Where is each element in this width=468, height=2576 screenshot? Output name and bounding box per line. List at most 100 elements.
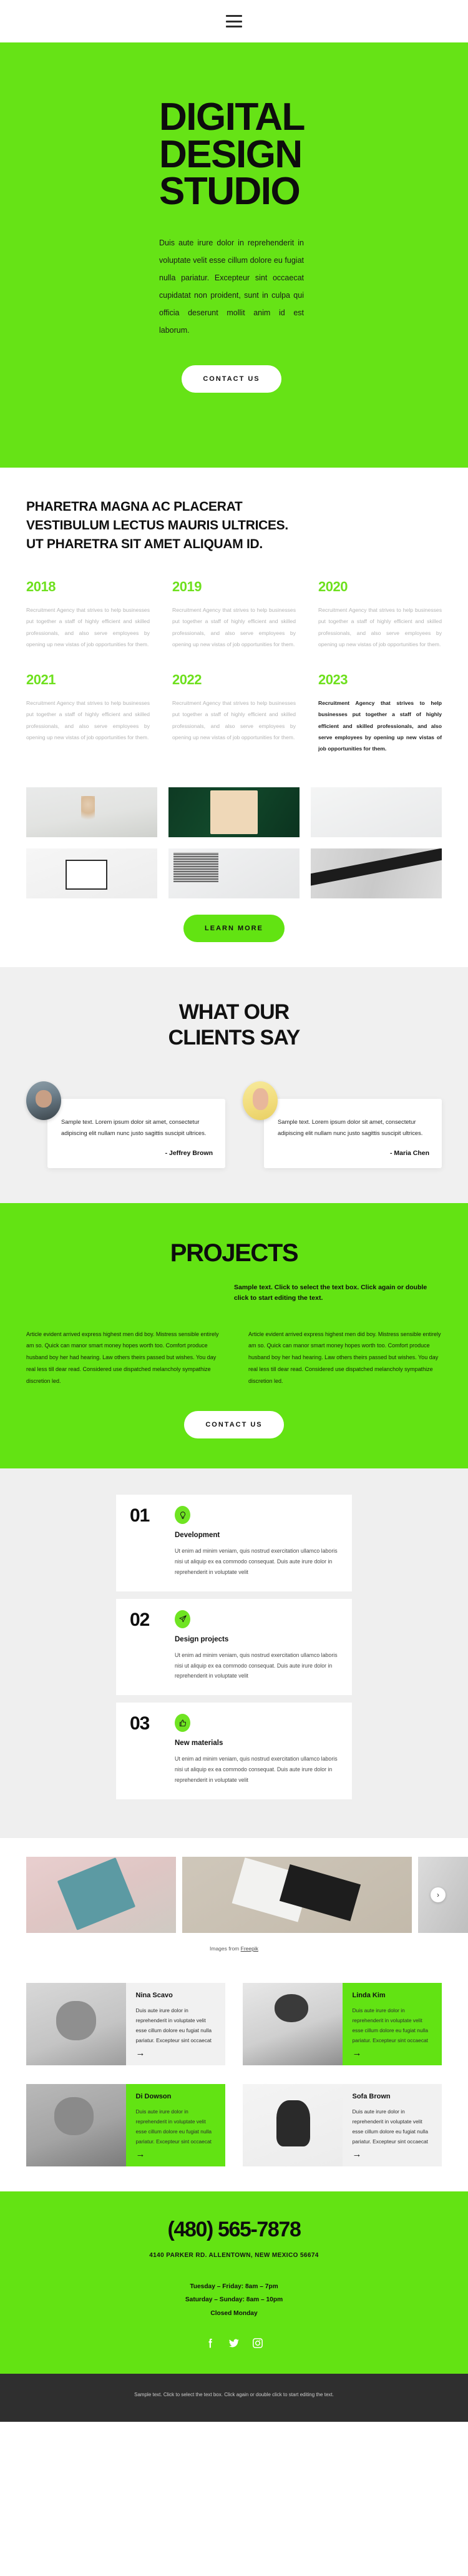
hero-cta-wrap: CONTACT US (159, 365, 304, 393)
year-item: 2022 Recruitment Agency that strives to … (172, 672, 296, 755)
step-text: Ut enim ad minim veniam, quis nostrud ex… (175, 1756, 338, 1783)
team-member-card[interactable]: Linda Kim Duis aute irure dolor in repre… (243, 1982, 442, 2065)
gallery-image-clipboard[interactable] (26, 848, 157, 898)
hours-line-2: Saturday – Sunday: 8am – 10pm (185, 2296, 283, 2304)
carousel-section: › Images from Freepik (0, 1837, 468, 1967)
contact-section: (480) 565-7878 4140 PARKER RD. ALLENTOWN… (0, 2191, 468, 2374)
step-number: 02 (130, 1609, 150, 1630)
image-credit: Images from Freepik (0, 1933, 468, 1952)
avatar (26, 1081, 61, 1120)
gallery-image-keyboard[interactable] (311, 787, 442, 837)
testimonial-body: Sample text. Lorem ipsum dolor sit amet,… (264, 1098, 442, 1168)
year-item: 2021 Recruitment Agency that strives to … (26, 672, 150, 755)
year-body: Recruitment Agency that strives to help … (172, 699, 296, 741)
thumbs-up-icon (175, 1714, 190, 1733)
hero-title-line-2: DESIGN (159, 132, 303, 176)
instagram-icon[interactable] (251, 2336, 265, 2350)
step-content: New materials Ut enim ad minim veniam, q… (175, 1714, 338, 1786)
arrow-right-icon[interactable]: → (353, 2048, 432, 2058)
carousel-slide-business-cards[interactable] (182, 1856, 412, 1933)
team-member-card[interactable]: Nina Scavo Duis aute irure dolor in repr… (26, 1982, 225, 2065)
hours-line-3: Closed Monday (210, 2309, 258, 2317)
years-heading-line-3: UT PHARETRA SIT AMET ALIQUAM ID. (26, 536, 263, 551)
testimonial-body: Sample text. Lorem ipsum dolor sit amet,… (47, 1098, 225, 1168)
facebook-icon[interactable] (203, 2336, 217, 2350)
step-content: Development Ut enim ad minim veniam, qui… (175, 1506, 338, 1578)
sofa-brown-photo (243, 2083, 343, 2166)
year-label: 2018 (26, 578, 56, 594)
gallery-image-laptop-flatlay[interactable] (168, 848, 300, 898)
projects-contact-us-button[interactable]: CONTACT US (184, 1411, 284, 1438)
testimonial-card: Sample text. Lorem ipsum dolor sit amet,… (243, 1081, 442, 1168)
phone-number[interactable]: (480) 565-7878 (26, 2218, 442, 2242)
gallery-image-tote-bag[interactable] (168, 787, 300, 837)
year-label: 2019 (172, 578, 202, 594)
arrow-right-icon[interactable]: → (136, 2048, 216, 2058)
years-heading-line-1: PHARETRA MAGNA AC PLACERAT (26, 499, 243, 514)
projects-columns: Article evident arrived express highest … (26, 1329, 442, 1387)
step-card: 01 Development Ut enim ad minim veniam, … (116, 1495, 352, 1591)
team-member-info: Sofa Brown Duis aute irure dolor in repr… (342, 2083, 442, 2166)
year-label: 2023 (318, 671, 348, 687)
testimonials-section: WHAT OUR CLIENTS SAY Sample text. Lorem … (0, 966, 468, 1203)
site-header (0, 0, 468, 42)
hero-title-line-1: DIGITAL (159, 96, 305, 139)
lightbulb-icon (175, 1506, 190, 1524)
image-credit-prefix: Images from (210, 1945, 241, 1952)
chevron-right-icon[interactable]: › (431, 1887, 446, 1902)
projects-heading: PROJECTS (170, 1239, 299, 1267)
year-item: 2020 Recruitment Agency that strives to … (318, 579, 442, 651)
gallery-cta-wrap: LEARN MORE (0, 898, 468, 967)
team-member-name: Linda Kim (352, 1991, 386, 1999)
team-member-info: Linda Kim Duis aute irure dolor in repre… (342, 1982, 442, 2065)
step-text: Ut enim ad minim veniam, quis nostrud ex… (175, 1651, 338, 1679)
steps-section: 01 Development Ut enim ad minim veniam, … (0, 1468, 468, 1838)
year-body: Recruitment Agency that strives to help … (318, 606, 442, 648)
year-body: Recruitment Agency that strives to help … (172, 606, 296, 648)
freepik-link[interactable]: Freepik (241, 1945, 258, 1952)
twitter-icon[interactable] (227, 2336, 241, 2350)
arrow-right-icon[interactable]: → (353, 2150, 432, 2159)
hero-title: DIGITAL DESIGN STUDIO (159, 96, 421, 214)
nina-scavo-photo (26, 1982, 126, 2065)
years-section: PHARETRA MAGNA AC PLACERAT VESTIBULUM LE… (0, 468, 468, 780)
hero-content: DIGITAL DESIGN STUDIO Duis aute irure do… (159, 96, 421, 393)
year-item: 2018 Recruitment Agency that strives to … (26, 579, 150, 651)
bottom-bar: Sample text. Click to select the text bo… (0, 2374, 468, 2422)
hero-section: DIGITAL DESIGN STUDIO Duis aute irure do… (0, 42, 468, 468)
testimonial-author: - Maria Chen (389, 1149, 429, 1157)
team-section: Nina Scavo Duis aute irure dolor in repr… (0, 1966, 468, 2191)
step-card: 03 New materials Ut enim ad minim veniam… (116, 1703, 352, 1799)
paper-plane-icon (175, 1610, 190, 1628)
hero-contact-us-button[interactable]: CONTACT US (182, 365, 281, 393)
carousel-slide-book-covers[interactable] (26, 1856, 176, 1933)
avatar (243, 1081, 278, 1120)
carousel-track: › (0, 1856, 468, 1933)
gallery-image-abstract[interactable] (311, 848, 442, 898)
step-title: New materials (175, 1739, 223, 1748)
year-body: Recruitment Agency that strives to help … (26, 699, 150, 741)
step-content: Design projects Ut enim ad minim veniam,… (175, 1610, 338, 1682)
team-member-bio: Duis aute irure dolor in reprehenderit i… (352, 2007, 429, 2044)
bottom-bar-text: Sample text. Click to select the text bo… (134, 2392, 334, 2398)
projects-cta-wrap: CONTACT US (26, 1387, 442, 1438)
hamburger-menu-icon[interactable] (226, 15, 242, 27)
testimonial-quote: Sample text. Lorem ipsum dolor sit amet,… (278, 1118, 423, 1137)
team-member-bio: Duis aute irure dolor in reprehenderit i… (135, 2108, 212, 2145)
arrow-right-icon[interactable]: → (136, 2150, 216, 2159)
testimonial-quote: Sample text. Lorem ipsum dolor sit amet,… (61, 1118, 207, 1137)
hero-title-line-3: STUDIO (159, 170, 301, 214)
projects-lead-text: Sample text. Click to select the text bo… (234, 1283, 427, 1302)
team-member-name: Di Dowson (135, 2092, 172, 2100)
team-member-card[interactable]: Sofa Brown Duis aute irure dolor in repr… (243, 2083, 442, 2166)
gallery-image-dried-flowers[interactable] (26, 787, 157, 837)
team-member-bio: Duis aute irure dolor in reprehenderit i… (352, 2108, 429, 2145)
years-grid: 2018 Recruitment Agency that strives to … (26, 579, 442, 755)
team-member-card[interactable]: Di Dowson Duis aute irure dolor in repre… (26, 2083, 225, 2166)
step-number: 01 (130, 1505, 150, 1526)
step-number: 03 (130, 1713, 150, 1734)
learn-more-button[interactable]: LEARN MORE (183, 914, 285, 942)
testimonial-author: - Jeffrey Brown (165, 1149, 213, 1157)
year-body-bold: Recruitment Agency that strives to help … (318, 699, 442, 752)
team-member-name: Sofa Brown (352, 2092, 391, 2100)
